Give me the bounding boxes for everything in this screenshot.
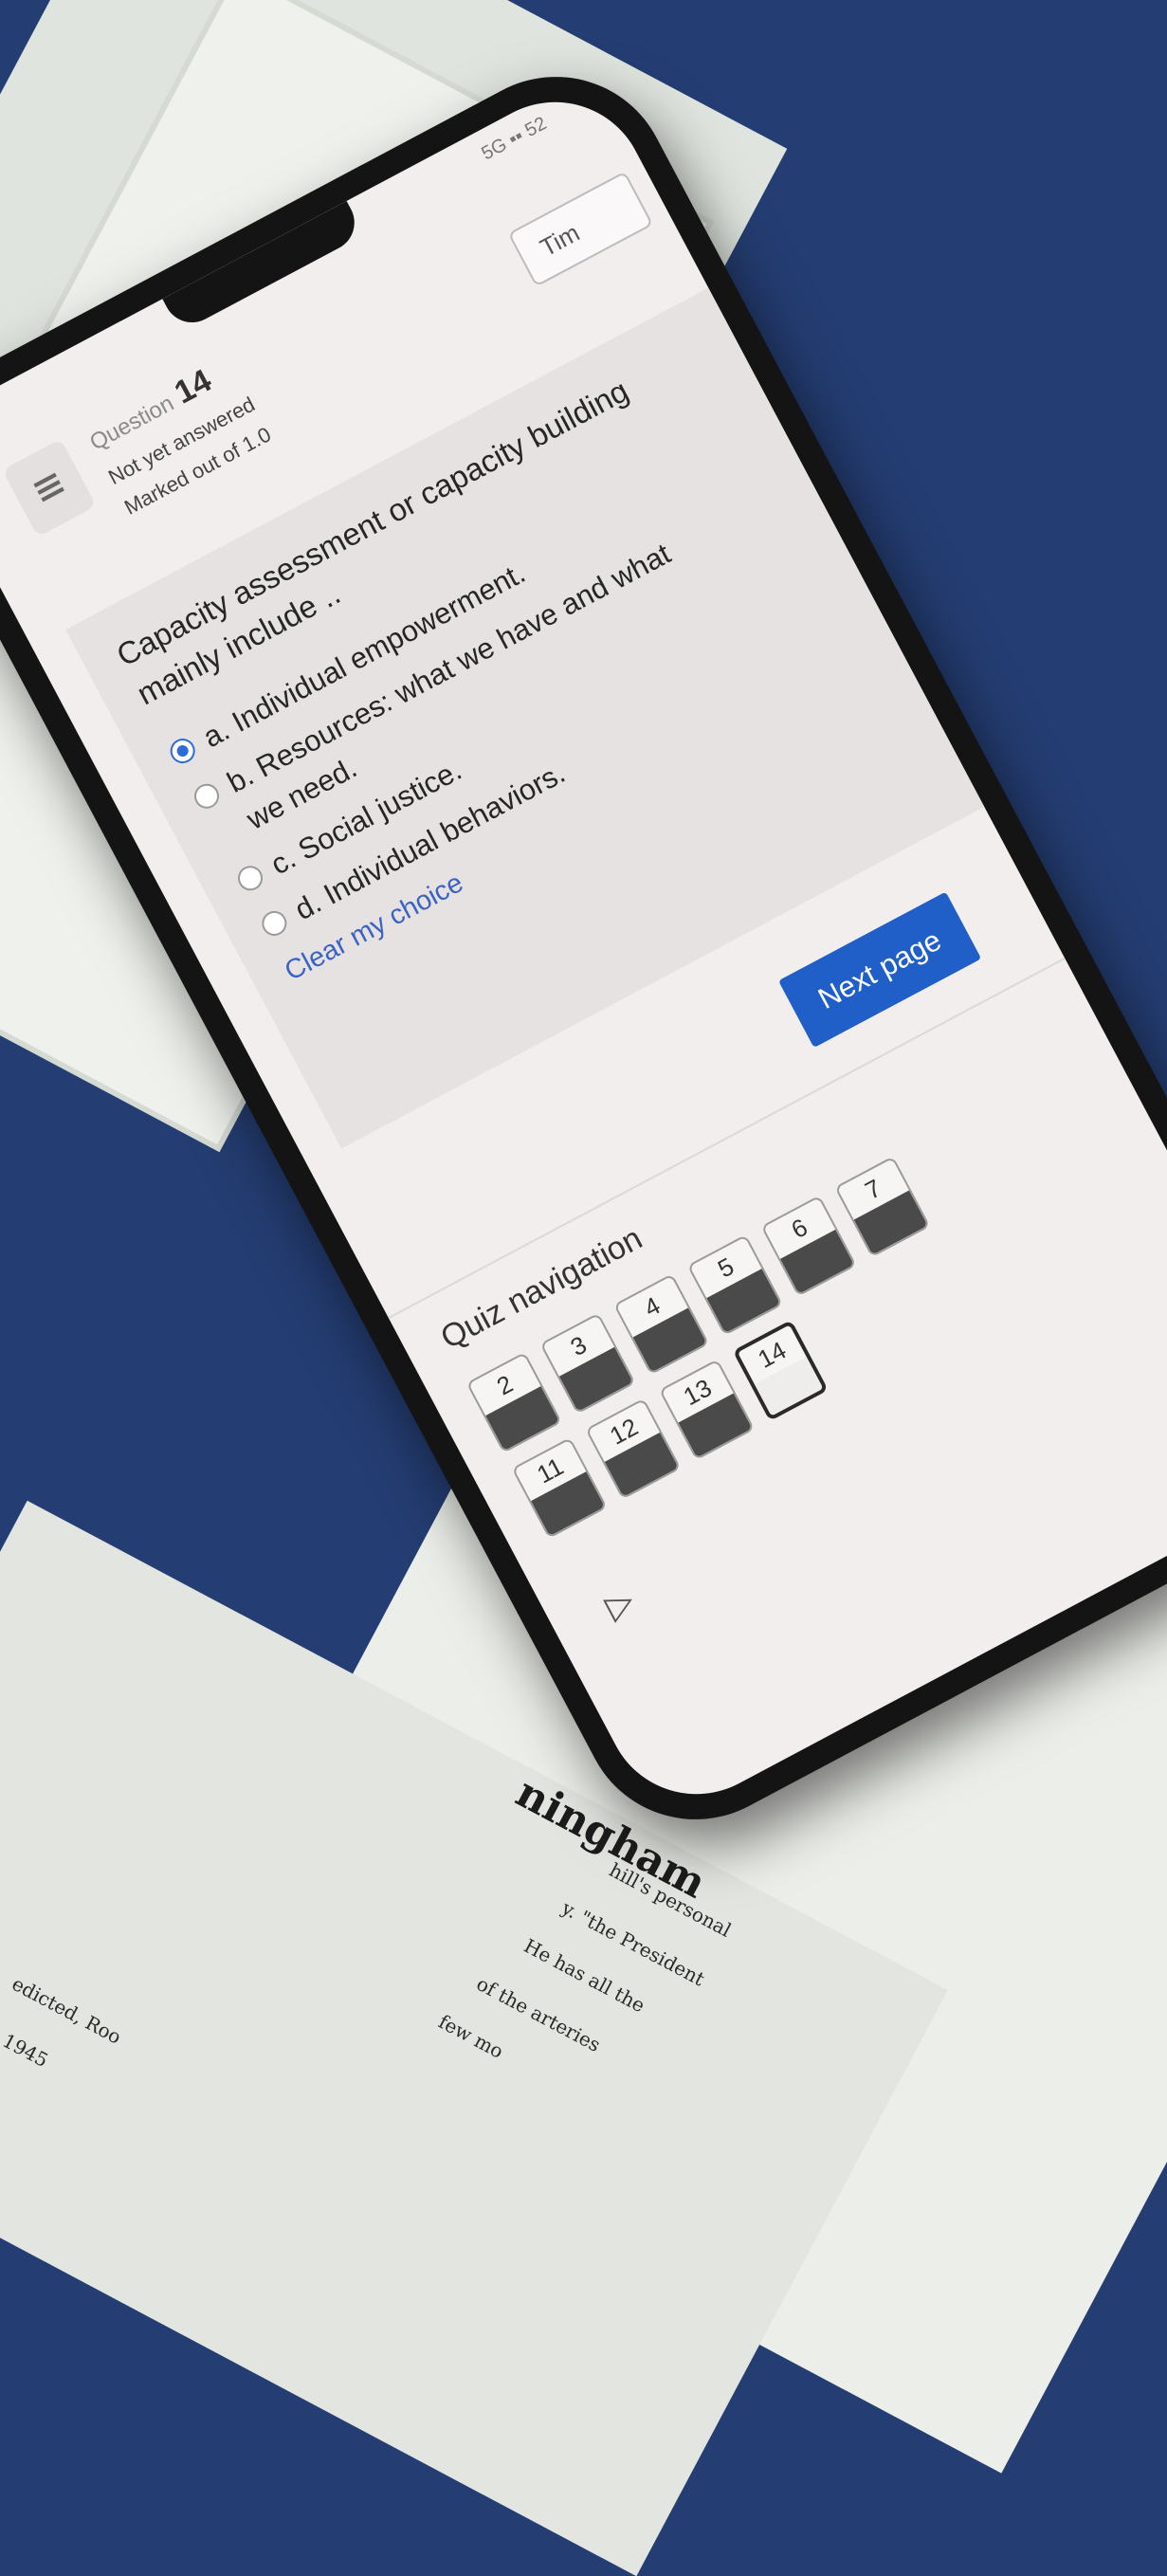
- phone-screen: 5G ▪▪ 52 Question14 Not yet answered Mar…: [0, 69, 1167, 1827]
- question-meta: Question14 Not yet answered Marked out o…: [82, 350, 275, 521]
- play-arrow-icon[interactable]: ▷: [598, 1580, 640, 1627]
- quiz-nav-button[interactable]: 5: [686, 1233, 783, 1336]
- timer-button[interactable]: Tim: [507, 171, 654, 287]
- radio-button[interactable]: [190, 779, 224, 813]
- next-page-button[interactable]: Next page: [778, 891, 982, 1049]
- quiz-nav-button[interactable]: 6: [760, 1195, 857, 1297]
- answer-options: a. Individual empowerment. b. Resources:…: [162, 472, 796, 988]
- question-number: 14: [168, 362, 218, 411]
- radio-button-selected[interactable]: [166, 734, 200, 768]
- quiz-nav-button[interactable]: 7: [834, 1156, 931, 1258]
- radio-button[interactable]: [257, 906, 291, 941]
- grid-icon: [33, 472, 64, 502]
- quiz-nav-button[interactable]: 12: [585, 1398, 682, 1500]
- radio-button[interactable]: [233, 861, 267, 895]
- quiz-nav-button[interactable]: 2: [465, 1351, 562, 1453]
- quiz-nav-button[interactable]: 3: [539, 1312, 636, 1415]
- status-bar: 5G ▪▪ 52: [478, 113, 551, 165]
- quiz-nav-button-current[interactable]: 14: [732, 1319, 829, 1422]
- quiz-nav-button[interactable]: 13: [658, 1359, 756, 1461]
- quiz-navigation-grid: 2 3 4 5 6 7 11 12 13 14: [465, 1134, 1018, 1539]
- quiz-nav-button[interactable]: 4: [613, 1273, 710, 1376]
- question-info-icon[interactable]: [2, 438, 97, 538]
- quiz-nav-button[interactable]: 11: [511, 1436, 608, 1539]
